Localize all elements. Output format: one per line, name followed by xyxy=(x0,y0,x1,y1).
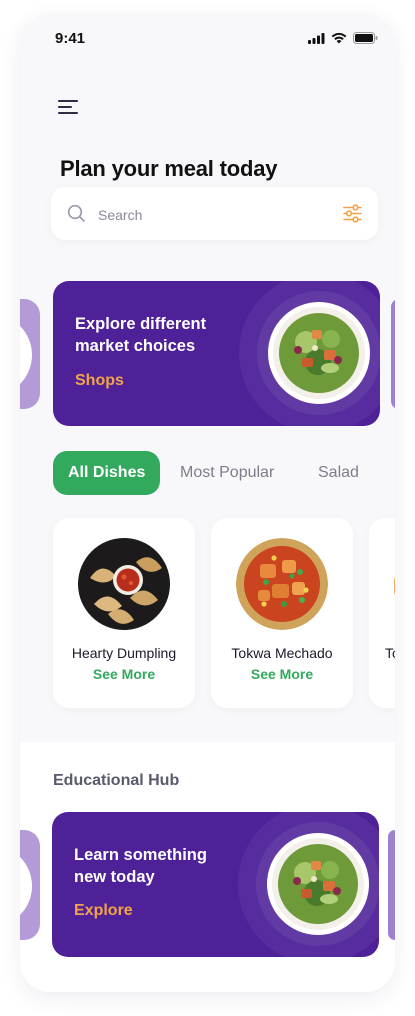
dish-card-partial[interactable]: To xyxy=(369,518,395,708)
edu-prev-card[interactable] xyxy=(20,830,40,940)
see-more-link[interactable]: See More xyxy=(53,666,195,682)
dish-name: Tokwa Mechado xyxy=(231,645,333,661)
edu-next-card[interactable] xyxy=(388,830,395,940)
promo-line-2: market choices xyxy=(75,337,196,355)
promo-card-explore[interactable]: Learn something new today Explore xyxy=(52,812,379,957)
filter-icon[interactable] xyxy=(343,204,362,223)
status-time: 9:41 xyxy=(55,30,86,47)
salad-image xyxy=(267,833,369,935)
phone-screen: 9:41 Plan your meal today Search Explore… xyxy=(20,14,395,992)
battery-icon xyxy=(353,32,378,44)
educational-hub-section: Educational Hub Learn something new toda… xyxy=(20,742,395,992)
wifi-icon xyxy=(331,32,347,43)
search-bar xyxy=(51,187,378,240)
edu-line-1: Learn something xyxy=(74,846,207,864)
category-tabs: All Dishes Most Popular Salad xyxy=(53,451,395,495)
dumpling-image xyxy=(78,538,170,630)
shops-link[interactable]: Shops xyxy=(75,372,124,390)
search-icon xyxy=(67,204,85,222)
signal-icon xyxy=(308,32,325,44)
edu-line-2: new today xyxy=(74,868,155,886)
promo-line-1: Explore different xyxy=(75,315,207,333)
status-bar: 9:41 xyxy=(20,14,395,64)
explore-link[interactable]: Explore xyxy=(74,902,133,920)
tab-all-dishes[interactable]: All Dishes xyxy=(53,451,161,495)
dish-card[interactable]: Tokwa Mechado See More xyxy=(211,518,353,708)
dish-card[interactable]: Hearty Dumpling See More xyxy=(53,518,195,708)
promo-card-shops[interactable]: Explore different market choices Shops xyxy=(53,281,380,426)
tab-most-popular[interactable]: Most Popular xyxy=(180,451,274,495)
tab-salad[interactable]: Salad xyxy=(318,451,359,495)
dish-name: To xyxy=(385,645,395,661)
carousel-next-card[interactable] xyxy=(391,299,395,409)
status-icons xyxy=(308,32,378,44)
salad-image xyxy=(268,302,370,404)
see-more-link[interactable]: See More xyxy=(211,666,353,682)
section-title: Educational Hub xyxy=(53,772,180,789)
carousel-prev-card[interactable] xyxy=(20,299,40,409)
menu-icon[interactable] xyxy=(58,100,80,118)
tokwa-mechado-image xyxy=(236,538,328,630)
page-title: Plan your meal today xyxy=(60,156,278,181)
dish-name: Hearty Dumpling xyxy=(71,645,177,661)
search-input[interactable] xyxy=(96,203,320,227)
